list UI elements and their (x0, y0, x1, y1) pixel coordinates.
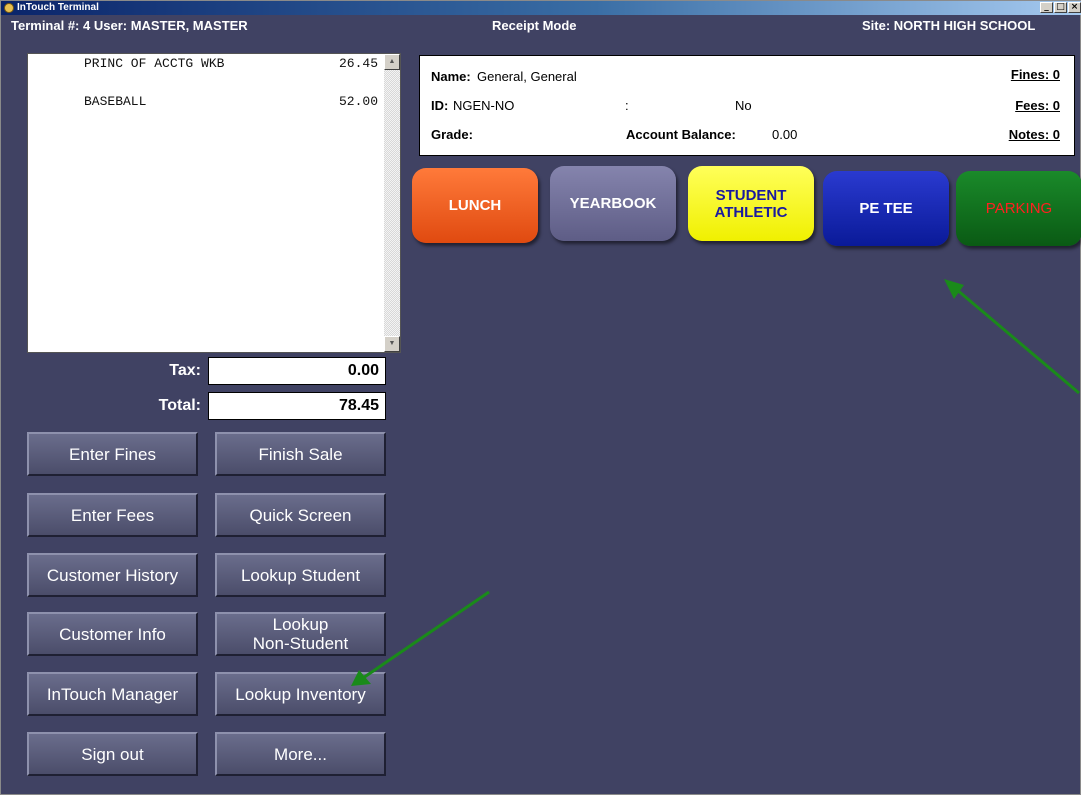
fines-link[interactable]: Fines: 0 (1011, 67, 1060, 82)
annotation-arrow-category-buttons (944, 279, 1080, 395)
balance-label: Account Balance: (626, 127, 736, 142)
finish-sale-button[interactable]: Finish Sale (215, 432, 386, 476)
scroll-up-icon[interactable]: ▲ (384, 54, 400, 70)
lookup-non-student-line2: Non-Student (252, 634, 349, 653)
maximize-icon[interactable]: □ (1054, 2, 1067, 13)
intouch-window: InTouch Terminal _ □ × Terminal #: 4 Use… (0, 0, 1081, 795)
name-value: General, General (477, 69, 577, 84)
name-label: Name: (431, 69, 471, 84)
yearbook-button[interactable]: YEARBOOK (550, 166, 676, 241)
fees-link[interactable]: Fees: 0 (1015, 98, 1060, 113)
item-description: BASEBALL (84, 94, 147, 109)
student-athletic-line1: STUDENT (715, 186, 787, 204)
item-amount: 26.45 (338, 56, 378, 71)
scroll-down-icon[interactable]: ▼ (384, 336, 400, 352)
student-athletic-line2: ATHLETIC (714, 203, 788, 221)
enter-fines-button[interactable]: Enter Fines (27, 432, 198, 476)
notes-link[interactable]: Notes: 0 (1009, 127, 1060, 142)
receipt-scrollbar[interactable]: ▲ ▼ (384, 54, 400, 352)
customer-history-button[interactable]: Customer History (27, 553, 198, 597)
window-title: InTouch Terminal (17, 2, 99, 13)
lookup-non-student-line1: Lookup (272, 615, 329, 634)
enter-fees-button[interactable]: Enter Fees (27, 493, 198, 537)
customer-info-button[interactable]: Customer Info (27, 612, 198, 656)
receipt-line[interactable]: PRINC OF ACCTG WKB 26.45 (28, 54, 386, 74)
tax-label: Tax: (169, 362, 201, 379)
intouch-manager-button[interactable]: InTouch Manager (27, 672, 198, 716)
total-label: Total: (158, 397, 201, 414)
pe-tee-button[interactable]: PE TEE (823, 171, 949, 246)
grade-label: Grade: (431, 127, 473, 142)
item-description: PRINC OF ACCTG WKB (84, 56, 225, 71)
terminal-user-label: Terminal #: 4 User: MASTER, MASTER (11, 18, 248, 33)
minimize-icon[interactable]: _ (1040, 2, 1053, 13)
more-button[interactable]: More... (215, 732, 386, 776)
colon-label: : (625, 98, 629, 113)
site-label: Site: NORTH HIGH SCHOOL (862, 18, 1036, 33)
lunch-button[interactable]: LUNCH (412, 168, 538, 243)
tax-value: 0.00 (208, 357, 386, 385)
item-amount: 52.00 (338, 94, 378, 109)
title-bar: InTouch Terminal _ □ × (1, 1, 1081, 15)
total-value: 78.45 (208, 392, 386, 420)
id-label: ID: (431, 98, 449, 113)
sign-out-button[interactable]: Sign out (27, 732, 198, 776)
student-athletic-button[interactable]: STUDENT ATHLETIC (688, 166, 814, 241)
receipt-line[interactable]: BASEBALL 52.00 (28, 92, 386, 112)
no-value: No (735, 98, 752, 113)
close-icon[interactable]: × (1068, 2, 1081, 13)
id-value: NGEN-NO (453, 98, 515, 113)
annotation-arrow-lookup-inventory (351, 590, 490, 686)
customer-info-panel: Name: General, General ID: NGEN-NO : No … (419, 55, 1075, 156)
quick-screen-button[interactable]: Quick Screen (215, 493, 386, 537)
balance-value: 0.00 (772, 127, 798, 142)
app-icon (4, 3, 14, 13)
mode-label: Receipt Mode (492, 18, 577, 33)
receipt-list[interactable]: PRINC OF ACCTG WKB 26.45 BASEBALL 52.00 … (27, 53, 401, 353)
parking-button[interactable]: PARKING (956, 171, 1081, 246)
status-bar: Terminal #: 4 User: MASTER, MASTER Recei… (1, 18, 1081, 50)
